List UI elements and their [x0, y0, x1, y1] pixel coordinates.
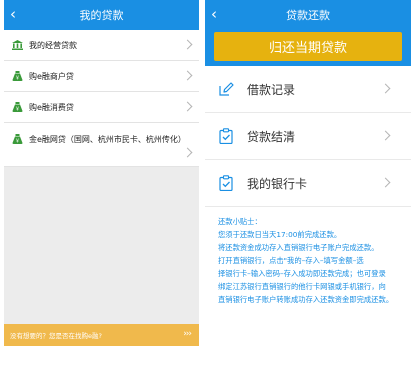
list-item-label: 金e融网贷（国网、杭州市民卡、杭州传化）: [29, 135, 186, 144]
clipboard-check-icon: [219, 128, 233, 144]
tips-heading: 还款小贴士：: [218, 217, 262, 226]
tips-line: 择银行卡–输入密码–存入成功即还款完成；也可登录: [218, 269, 386, 278]
money-bag-icon: ¥: [12, 134, 23, 144]
menu-item-my-bank-card[interactable]: 我的银行卡: [205, 160, 411, 207]
triple-chevron-icon: ›››: [183, 329, 192, 339]
svg-text:¥: ¥: [16, 107, 19, 112]
money-bag-icon: ¥: [12, 71, 23, 81]
menu-item-loan-settlement[interactable]: 贷款结清: [205, 113, 411, 160]
banner-text: 没有想要的？您是否在找购e融?: [10, 332, 102, 340]
menu-item-label: 借款记录: [247, 82, 296, 97]
chevron-right-icon: [182, 70, 193, 81]
list-item-label: 购e融消费贷: [29, 102, 74, 112]
repayment-tips: 还款小贴士： 您须于还款日当天17:00前完成还款。 将还款资金成功存入直销银行…: [205, 207, 411, 306]
repayment-screen: ‹ 贷款还款 归还当期贷款 借款记录 贷款结清 我的银行卡 还款小贴士： 您须于…: [205, 0, 411, 346]
money-bag-icon: ¥: [12, 102, 23, 112]
chevron-right-icon: [380, 130, 391, 141]
tips-line: 将还款资金成功存入直销银行电子账户完成还款。: [218, 243, 379, 252]
list-item-label: 我的经营贷款: [29, 40, 77, 50]
svg-text:¥: ¥: [16, 76, 19, 81]
tips-line: 打开直销银行，点击"我的–存入–填写金额–选: [218, 256, 364, 265]
svg-text:¥: ¥: [16, 139, 19, 144]
back-icon[interactable]: ‹: [211, 5, 217, 23]
nav-bar: ‹ 贷款还款: [205, 0, 411, 30]
chevron-right-icon: [380, 177, 391, 188]
page-title: 贷款还款: [286, 9, 330, 22]
chevron-right-icon: [182, 101, 193, 112]
tips-line: 您须于还款日当天17:00前完成还款。: [218, 230, 342, 239]
clipboard-check-icon: [219, 175, 233, 191]
repayment-menu: 借款记录 贷款结清 我的银行卡: [205, 66, 411, 207]
header: ‹ 贷款还款 归还当期贷款: [205, 0, 411, 66]
list-item-business-loans[interactable]: 我的经营贷款: [4, 30, 199, 61]
list-item-consumer-loan[interactable]: ¥ 购e融消费贷: [4, 92, 199, 123]
chevron-right-icon: [182, 147, 193, 158]
nav-bar: ‹ 我的贷款: [4, 0, 199, 30]
loan-list: 我的经营贷款 ¥ 购e融商户贷 ¥ 购e融消费贷 ¥ 金e融网贷（国网、杭州市民…: [4, 30, 199, 167]
pencil-edit-icon: [219, 82, 234, 96]
list-item-label: 购e融商户贷: [29, 71, 74, 81]
tips-line: 绑定江苏银行直销银行的他行卡网银或手机银行，向: [218, 282, 386, 291]
repay-current-loan-button[interactable]: 归还当期贷款: [214, 32, 402, 61]
tips-line: 直销银行电子账户转账成功存入还款资金即完成还款。: [218, 295, 394, 304]
chevron-right-icon: [182, 39, 193, 50]
loans-screen: ‹ 我的贷款 我的经营贷款 ¥ 购e融商户贷 ¥ 购e融消费贷 ¥ 金e融网贷（…: [4, 0, 199, 346]
bank-icon: [12, 40, 23, 50]
find-loan-banner[interactable]: 没有想要的？您是否在找购e融? ›››: [4, 324, 199, 346]
chevron-right-icon: [380, 83, 391, 94]
list-item-online-loan[interactable]: ¥ 金e融网贷（国网、杭州市民卡、杭州传化）: [4, 123, 199, 167]
menu-item-loan-records[interactable]: 借款记录: [205, 66, 411, 113]
list-item-merchant-loan[interactable]: ¥ 购e融商户贷: [4, 61, 199, 92]
menu-item-label: 贷款结清: [247, 129, 296, 144]
menu-item-label: 我的银行卡: [247, 176, 308, 191]
page-title: 我的贷款: [79, 9, 124, 22]
back-icon[interactable]: ‹: [10, 5, 16, 23]
